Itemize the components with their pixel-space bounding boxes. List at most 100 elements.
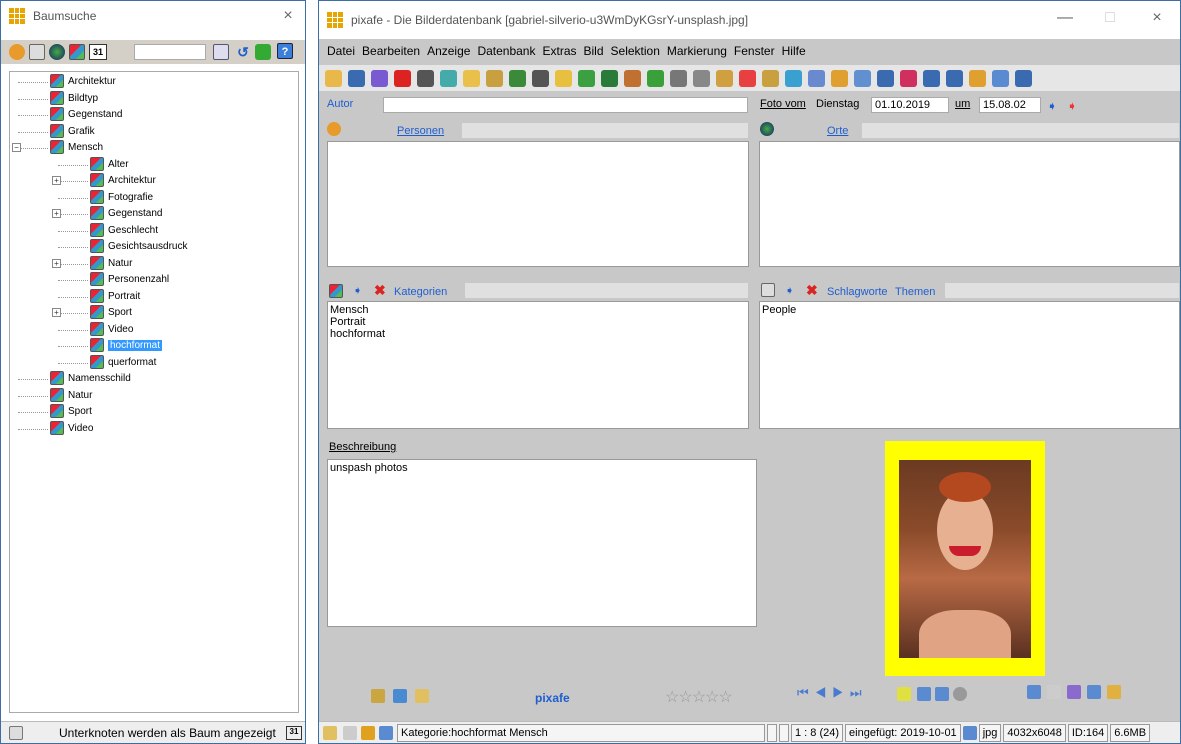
toolbar-button[interactable] xyxy=(992,70,1009,87)
tree-node[interactable]: Video xyxy=(90,321,133,338)
expand-icon[interactable]: + xyxy=(52,209,61,218)
category-tree[interactable]: Architektur Bildtyp Gegenstand Grafik Mensch… xyxy=(9,71,299,713)
search-doc-icon[interactable] xyxy=(213,44,229,60)
kategorie-item[interactable]: Portrait xyxy=(330,316,746,328)
tree-node[interactable]: Geschlecht xyxy=(90,222,158,239)
globe-icon[interactable] xyxy=(953,687,967,701)
tree-node[interactable]: Portrait xyxy=(90,288,140,305)
minimize-icon[interactable]: — xyxy=(1050,9,1080,27)
schlagworte-list[interactable]: People xyxy=(759,301,1180,429)
toolbar-button[interactable] xyxy=(578,70,595,87)
toolbar-button[interactable] xyxy=(624,70,641,87)
menu-item[interactable]: Anzeige xyxy=(427,44,470,58)
tree-node[interactable]: Natur xyxy=(50,387,92,404)
orte-label[interactable]: Orte xyxy=(827,125,848,137)
tree-node[interactable]: Grafik xyxy=(50,123,95,140)
expand-icon[interactable]: + xyxy=(52,176,61,185)
category-icon[interactable] xyxy=(69,44,85,60)
tree-node[interactable]: Namensschild xyxy=(50,371,131,387)
themen-label[interactable]: Themen xyxy=(895,286,935,298)
toolbar-button[interactable] xyxy=(555,70,572,87)
document-icon[interactable] xyxy=(1047,685,1061,699)
spellcheck-icon[interactable] xyxy=(1067,685,1081,699)
menu-item[interactable]: Hilfe xyxy=(782,44,806,58)
toolbar-button[interactable] xyxy=(394,70,411,87)
network-icon[interactable] xyxy=(379,725,393,740)
toolbar-button[interactable] xyxy=(440,70,457,87)
date-field[interactable]: 01.10.2019 xyxy=(871,97,949,113)
rating-stars[interactable]: ☆☆☆☆☆ xyxy=(665,687,733,707)
menu-item[interactable]: Markierung xyxy=(667,44,727,58)
binoculars-icon[interactable] xyxy=(255,44,271,60)
toolbar-button[interactable] xyxy=(808,70,825,87)
grid-view-icon[interactable] xyxy=(935,687,949,701)
toolbar-button[interactable] xyxy=(854,70,871,87)
menu-item[interactable]: Extras xyxy=(542,44,576,58)
toolbar-button[interactable] xyxy=(647,70,664,87)
preview-image[interactable] xyxy=(899,460,1031,658)
kategorie-item[interactable]: Mensch xyxy=(330,304,746,316)
hand-icon[interactable] xyxy=(1107,685,1121,699)
menu-item[interactable]: Bild xyxy=(584,44,604,58)
menu-item[interactable]: Datei xyxy=(327,44,355,58)
toolbar-button[interactable] xyxy=(1015,70,1032,87)
menu-item[interactable]: Fenster xyxy=(734,44,775,58)
tree-node[interactable]: Alter xyxy=(90,156,129,173)
kategorie-item[interactable]: hochformat xyxy=(330,328,746,340)
toolbar-button[interactable] xyxy=(417,70,434,87)
image-icon[interactable] xyxy=(29,44,45,60)
toolbar-button[interactable] xyxy=(877,70,894,87)
toolbar-button[interactable] xyxy=(670,70,687,87)
refresh-icon[interactable]: ↺ xyxy=(235,44,251,60)
tree-node[interactable]: Mensch xyxy=(50,140,103,156)
arrow-right-icon[interactable]: ➧ xyxy=(353,284,362,297)
schlagwort-item[interactable]: People xyxy=(762,304,1177,316)
beschreibung-field[interactable]: unspash photos xyxy=(327,459,757,627)
tree-node[interactable]: Sport xyxy=(50,404,92,420)
toolbar-button[interactable] xyxy=(486,70,503,87)
tree-node[interactable]: Natur xyxy=(90,255,132,272)
autor-field[interactable] xyxy=(383,97,748,113)
person-icon[interactable] xyxy=(9,44,25,60)
list-view-icon[interactable] xyxy=(917,687,931,701)
calendar-icon[interactable]: 31 xyxy=(89,44,107,60)
toolbar-button[interactable] xyxy=(739,70,756,87)
schlagworte-label[interactable]: Schlagworte xyxy=(827,286,888,298)
collapse-icon[interactable]: − xyxy=(12,143,21,152)
delete-icon[interactable]: ✖ xyxy=(806,282,818,299)
time-field[interactable]: 15.08.02 xyxy=(979,97,1041,113)
tree-node[interactable]: Video xyxy=(50,420,93,437)
wand-icon[interactable] xyxy=(415,689,429,703)
expand-icon[interactable]: + xyxy=(52,308,61,317)
kategorien-label[interactable]: Kategorien xyxy=(394,286,447,298)
toolbar-button[interactable] xyxy=(325,70,342,87)
toolbar-button[interactable] xyxy=(348,70,365,87)
toolbar-button[interactable] xyxy=(509,70,526,87)
menu-item[interactable]: Bearbeiten xyxy=(362,44,420,58)
toolbar-button[interactable] xyxy=(762,70,779,87)
tree-node[interactable]: Bildtyp xyxy=(50,90,98,107)
zoom-icon[interactable] xyxy=(897,687,911,701)
toolbar-button[interactable] xyxy=(900,70,917,87)
tree-search-input[interactable] xyxy=(134,44,206,60)
expand-icon[interactable]: + xyxy=(52,258,61,268)
close-icon[interactable]: × xyxy=(273,7,303,25)
notes-icon[interactable] xyxy=(1087,685,1101,699)
menu-item[interactable]: Selektion xyxy=(611,44,660,58)
menu-item[interactable]: Datenbank xyxy=(477,44,535,58)
toolbar-button[interactable] xyxy=(969,70,986,87)
tree-node[interactable]: Fotografie xyxy=(90,189,153,206)
personen-list[interactable] xyxy=(327,141,749,267)
toolbar-button[interactable] xyxy=(601,70,618,87)
arrow-right-red-icon[interactable]: ➧ xyxy=(1067,99,1077,113)
tree-node[interactable]: Architektur xyxy=(50,74,116,90)
photos-icon[interactable] xyxy=(1027,685,1041,699)
toolbar-button[interactable] xyxy=(463,70,480,87)
tree-node[interactable]: Gesichtsausdruck xyxy=(90,239,187,255)
help-icon[interactable]: ? xyxy=(277,43,293,59)
toolbar-button[interactable] xyxy=(785,70,802,87)
close-icon[interactable]: × xyxy=(1142,9,1172,27)
tree-node[interactable]: Sport xyxy=(90,305,132,321)
toolbar-button[interactable] xyxy=(532,70,549,87)
maximize-icon[interactable]: □ xyxy=(1095,9,1125,27)
